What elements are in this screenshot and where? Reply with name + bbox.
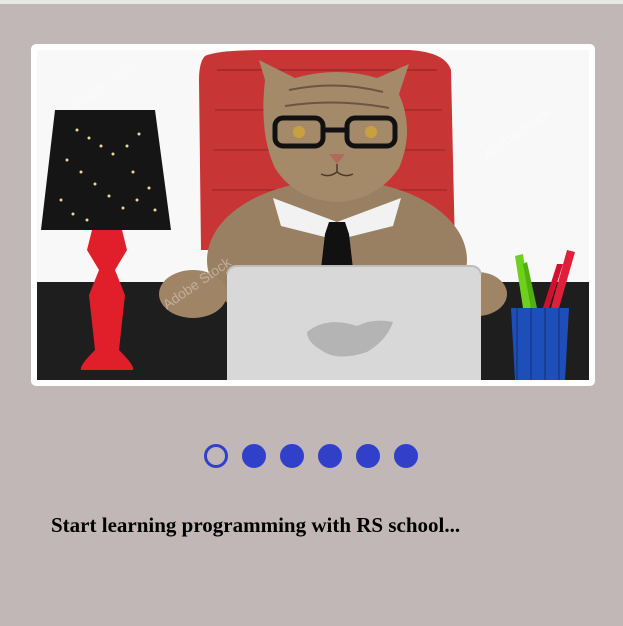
- slide-caption: Start learning programming with RS schoo…: [51, 513, 461, 537]
- slide-image: Adobe Stock Adobe Stock Adobe Stock: [37, 50, 589, 380]
- slider-dot-3[interactable]: [279, 444, 304, 468]
- top-strip: [0, 0, 623, 4]
- slider-dot-4[interactable]: [317, 444, 342, 468]
- slider-pagination: [0, 444, 622, 468]
- cat-at-laptop-illustration: Adobe Stock Adobe Stock Adobe Stock: [37, 50, 589, 380]
- slider-dot-6[interactable]: [393, 444, 418, 468]
- slider-dot-5[interactable]: [355, 444, 380, 468]
- slider-dot-2[interactable]: [241, 444, 266, 468]
- slider-dot-1[interactable]: [203, 444, 228, 468]
- slider-frame: Adobe Stock Adobe Stock Adobe Stock: [31, 44, 595, 386]
